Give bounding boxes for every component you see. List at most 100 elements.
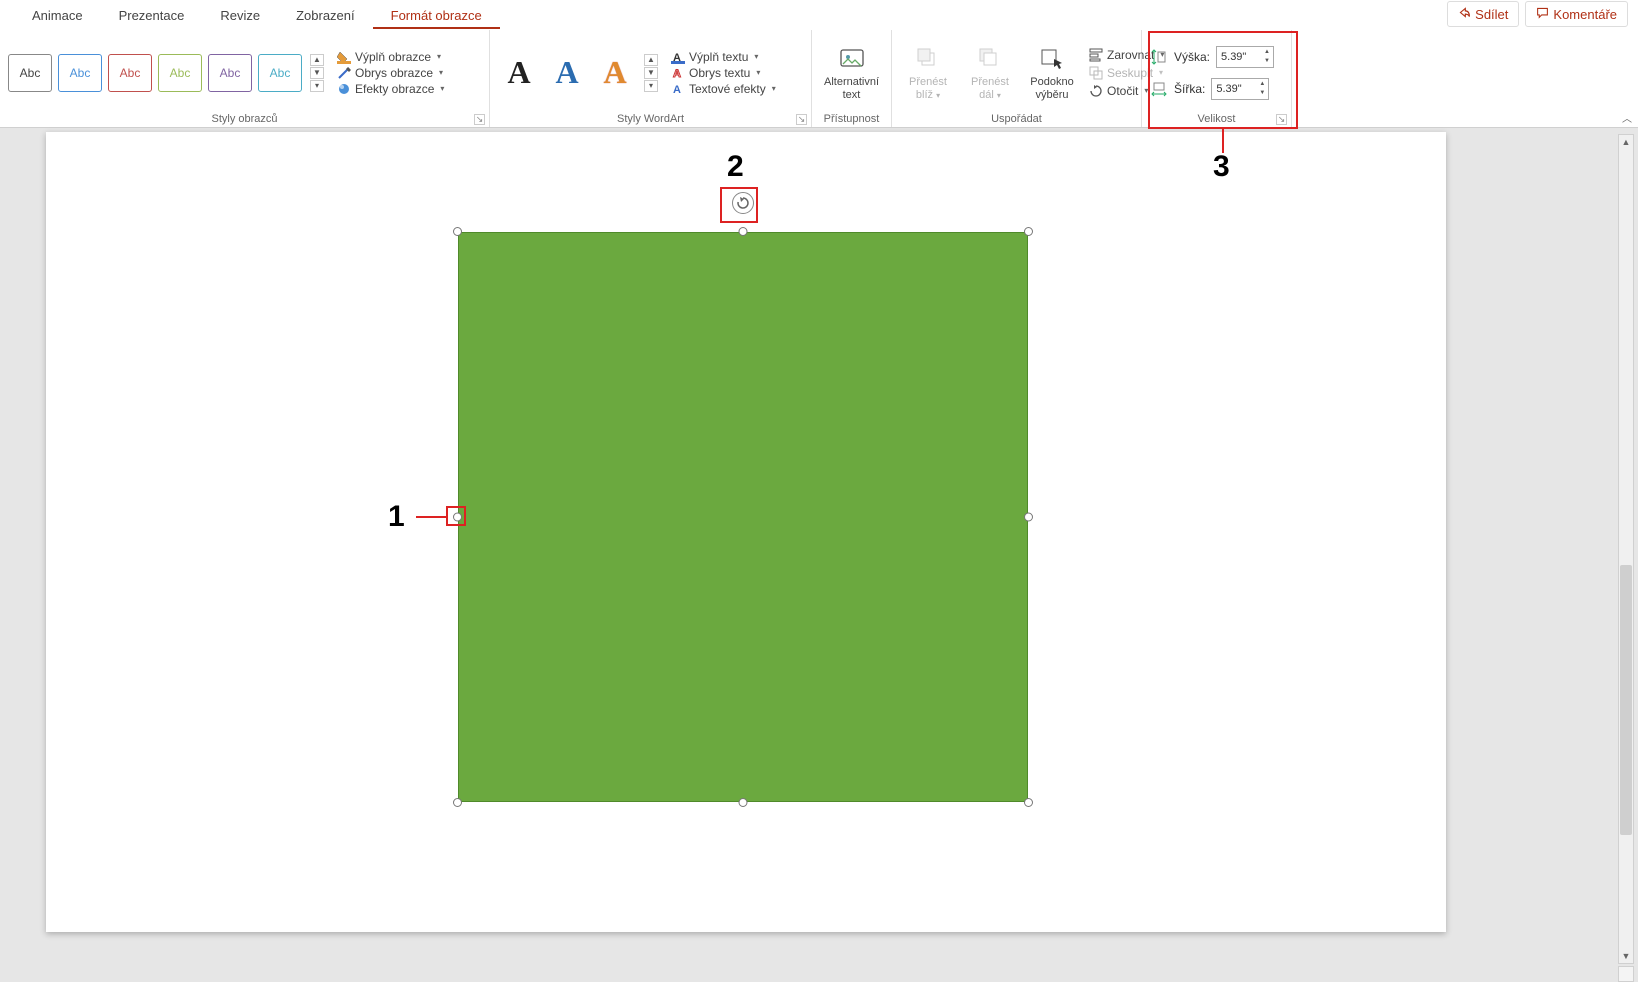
resize-handle-bottom-left[interactable] [453, 798, 462, 807]
selection-pane-button[interactable]: Podoknovýběru [1024, 42, 1080, 103]
group-icon [1088, 66, 1103, 80]
bring-forward-icon [913, 44, 943, 74]
effects-icon [336, 82, 351, 96]
text-effects-icon: A [670, 82, 685, 96]
callout-line-1 [416, 516, 446, 518]
group-wordart-styles: A A A ▲ ▼ ▾ A Výplň textu ▾ A Obrys text… [490, 30, 812, 127]
wordart-style-3[interactable]: A [594, 52, 636, 94]
callout-label-1: 1 [388, 500, 405, 534]
shape-outline-button[interactable]: Obrys obrazce ▾ [334, 65, 446, 81]
group-shape-styles: Abc Abc Abc Abc Abc Abc ▲ ▼ ▾ Výplň obra… [0, 30, 490, 127]
style-gallery-more[interactable]: ▾ [310, 80, 324, 92]
selection-pane-icon [1037, 44, 1067, 74]
scroll-thumb[interactable] [1620, 565, 1632, 835]
resize-handle-top-right[interactable] [1024, 227, 1033, 236]
shape-style-2[interactable]: Abc [58, 54, 102, 92]
shape-effects-label: Efekty obrazce [355, 82, 434, 96]
wordart-style-2[interactable]: A [546, 52, 588, 94]
resize-handle-top-left[interactable] [453, 227, 462, 236]
shape-effects-button[interactable]: Efekty obrazce ▾ [334, 81, 446, 97]
group-label-arrange: Uspořádat [900, 111, 1133, 125]
callout-box-2 [720, 187, 758, 223]
wordart-gallery-more[interactable]: ▾ [644, 80, 658, 92]
comments-button[interactable]: Komentáře [1525, 1, 1628, 27]
style-gallery-down[interactable]: ▼ [310, 67, 324, 79]
shape-styles-launcher[interactable]: ↘ [474, 114, 485, 125]
shape-outline-label: Obrys obrazce [355, 66, 433, 80]
wordart-gallery-down[interactable]: ▼ [644, 67, 658, 79]
shape-style-4[interactable]: Abc [158, 54, 202, 92]
chevron-down-icon: ▾ [440, 84, 444, 93]
outline-icon [336, 66, 351, 80]
resize-handle-top[interactable] [739, 227, 748, 236]
rotate-label: Otočit [1107, 84, 1138, 98]
text-fill-button[interactable]: A Výplň textu ▾ [668, 49, 778, 65]
callout-box-1 [446, 506, 466, 526]
tab-prezentace[interactable]: Prezentace [101, 2, 203, 29]
callout-label-2: 2 [727, 150, 744, 184]
workarea: 1 2 ▲ ▼ [0, 128, 1638, 982]
shape-style-6[interactable]: Abc [258, 54, 302, 92]
collapse-ribbon-button[interactable]: ︿ [1622, 110, 1632, 125]
alt-text-icon [837, 44, 867, 74]
text-outline-icon: A [670, 66, 685, 80]
shape-style-1[interactable]: Abc [8, 54, 52, 92]
shape-style-3[interactable]: Abc [108, 54, 152, 92]
text-fill-icon: A [670, 50, 685, 64]
tab-revize[interactable]: Revize [202, 2, 278, 29]
share-button[interactable]: Sdílet [1447, 1, 1519, 27]
ribbon-tabs: Animace Prezentace Revize Zobrazení Form… [0, 0, 1638, 30]
group-label-wordart: Styly WordArt ↘ [498, 111, 803, 125]
callout-label-3: 3 [1213, 150, 1230, 184]
ribbon: Abc Abc Abc Abc Abc Abc ▲ ▼ ▾ Výplň obra… [0, 30, 1638, 128]
alt-text-label: Alternativní text [824, 76, 879, 101]
text-effects-button[interactable]: A Textové efekty ▾ [668, 81, 778, 97]
align-icon [1088, 48, 1103, 62]
rotate-icon [1088, 84, 1103, 98]
slide-canvas[interactable] [46, 132, 1446, 932]
comment-icon [1536, 6, 1549, 22]
group-label-shape-styles: Styly obrazců ↘ [8, 111, 481, 125]
tab-animace[interactable]: Animace [14, 2, 101, 29]
wordart-style-1[interactable]: A [498, 52, 540, 94]
group-objects-label: Seskupit [1107, 66, 1153, 80]
tab-format-obrazce[interactable]: Formát obrazce [373, 2, 500, 29]
share-label: Sdílet [1475, 7, 1508, 22]
send-backward-icon [975, 44, 1005, 74]
wordart-gallery-up[interactable]: ▲ [644, 54, 658, 66]
wordart-gallery-scroller: ▲ ▼ ▾ [644, 54, 658, 92]
callout-box-3 [1148, 31, 1298, 129]
chevron-down-icon: ▾ [772, 84, 776, 93]
chevron-down-icon: ▾ [754, 52, 758, 61]
vertical-scrollbar[interactable]: ▲ ▼ [1618, 134, 1634, 964]
chevron-down-icon: ▾ [756, 68, 760, 77]
shape-fill-label: Výplň obrazce [355, 50, 431, 64]
fill-icon [336, 50, 351, 64]
resize-handle-bottom[interactable] [739, 798, 748, 807]
shape-style-5[interactable]: Abc [208, 54, 252, 92]
group-arrange: Přenéstblíž ▾ Přenéstdál ▾ Podoknovýběru… [892, 30, 1142, 127]
text-outline-button[interactable]: A Obrys textu ▾ [668, 65, 778, 81]
resize-handle-bottom-right[interactable] [1024, 798, 1033, 807]
shape-fill-button[interactable]: Výplň obrazce ▾ [334, 49, 446, 65]
chevron-down-icon: ▾ [437, 52, 441, 61]
rectangle-shape[interactable] [458, 232, 1028, 802]
alt-text-button[interactable]: Alternativní text [820, 42, 883, 103]
nav-box[interactable] [1618, 966, 1634, 982]
scroll-down-button[interactable]: ▼ [1619, 949, 1633, 963]
group-accessibility: Alternativní text Přístupnost [812, 30, 892, 127]
share-icon [1458, 6, 1471, 22]
selected-shape[interactable] [458, 232, 1028, 802]
send-backward-button: Přenéstdál ▾ [962, 42, 1018, 103]
wordart-launcher[interactable]: ↘ [796, 114, 807, 125]
tab-zobrazeni[interactable]: Zobrazení [278, 2, 373, 29]
bring-forward-button: Přenéstblíž ▾ [900, 42, 956, 103]
chevron-down-icon: ▾ [439, 68, 443, 77]
comments-label: Komentáře [1553, 7, 1617, 22]
style-gallery-scroller: ▲ ▼ ▾ [310, 54, 324, 92]
group-label-accessibility: Přístupnost [820, 111, 883, 125]
resize-handle-right[interactable] [1024, 513, 1033, 522]
style-gallery-up[interactable]: ▲ [310, 54, 324, 66]
scroll-up-button[interactable]: ▲ [1619, 135, 1633, 149]
text-outline-label: Obrys textu [689, 66, 750, 80]
